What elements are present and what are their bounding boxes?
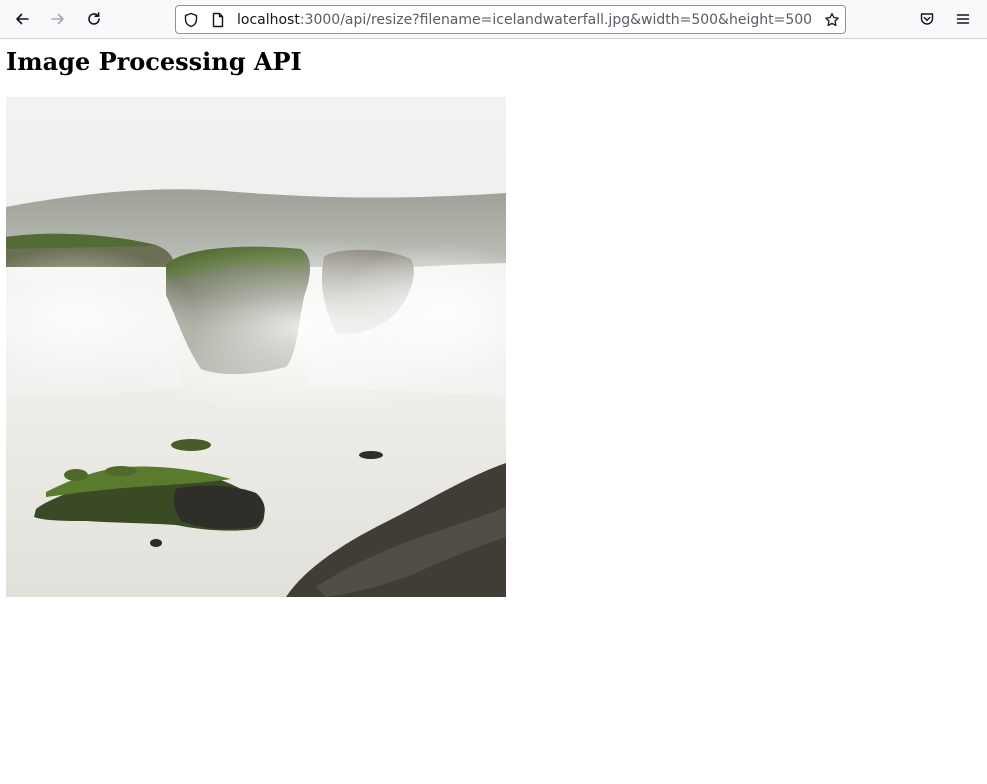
arrow-left-icon	[14, 11, 30, 27]
reload-button[interactable]	[81, 6, 107, 32]
browser-toolbar: localhost:3000/api/resize?filename=icela…	[0, 0, 987, 39]
hamburger-menu-icon	[955, 11, 971, 27]
star-icon[interactable]	[823, 11, 841, 29]
small-rock-4	[150, 539, 162, 547]
page-title: Image Processing API	[6, 47, 302, 76]
reload-icon	[86, 11, 102, 27]
forward-button[interactable]	[45, 6, 71, 32]
arrow-right-icon	[50, 11, 66, 27]
small-rock-5	[105, 466, 137, 476]
address-bar[interactable]: localhost:3000/api/resize?filename=icela…	[175, 5, 846, 34]
small-rock-2	[64, 469, 88, 481]
pocket-icon	[919, 11, 935, 27]
resized-waterfall-image	[6, 97, 506, 597]
app-menu-button[interactable]	[950, 6, 976, 32]
page-content: Image Processing API	[0, 40, 987, 784]
small-rock-3	[359, 451, 383, 459]
back-button[interactable]	[9, 6, 35, 32]
shield-icon[interactable]	[182, 11, 200, 29]
dark-rock	[173, 485, 265, 529]
page-icon[interactable]	[209, 11, 227, 29]
pocket-button[interactable]	[914, 6, 940, 32]
url-text[interactable]: localhost:3000/api/resize?filename=icela…	[237, 11, 812, 29]
small-rock-1	[171, 439, 211, 451]
url-path: :3000/api/resize?filename=icelandwaterfa…	[299, 12, 813, 28]
url-host: localhost	[237, 12, 300, 28]
